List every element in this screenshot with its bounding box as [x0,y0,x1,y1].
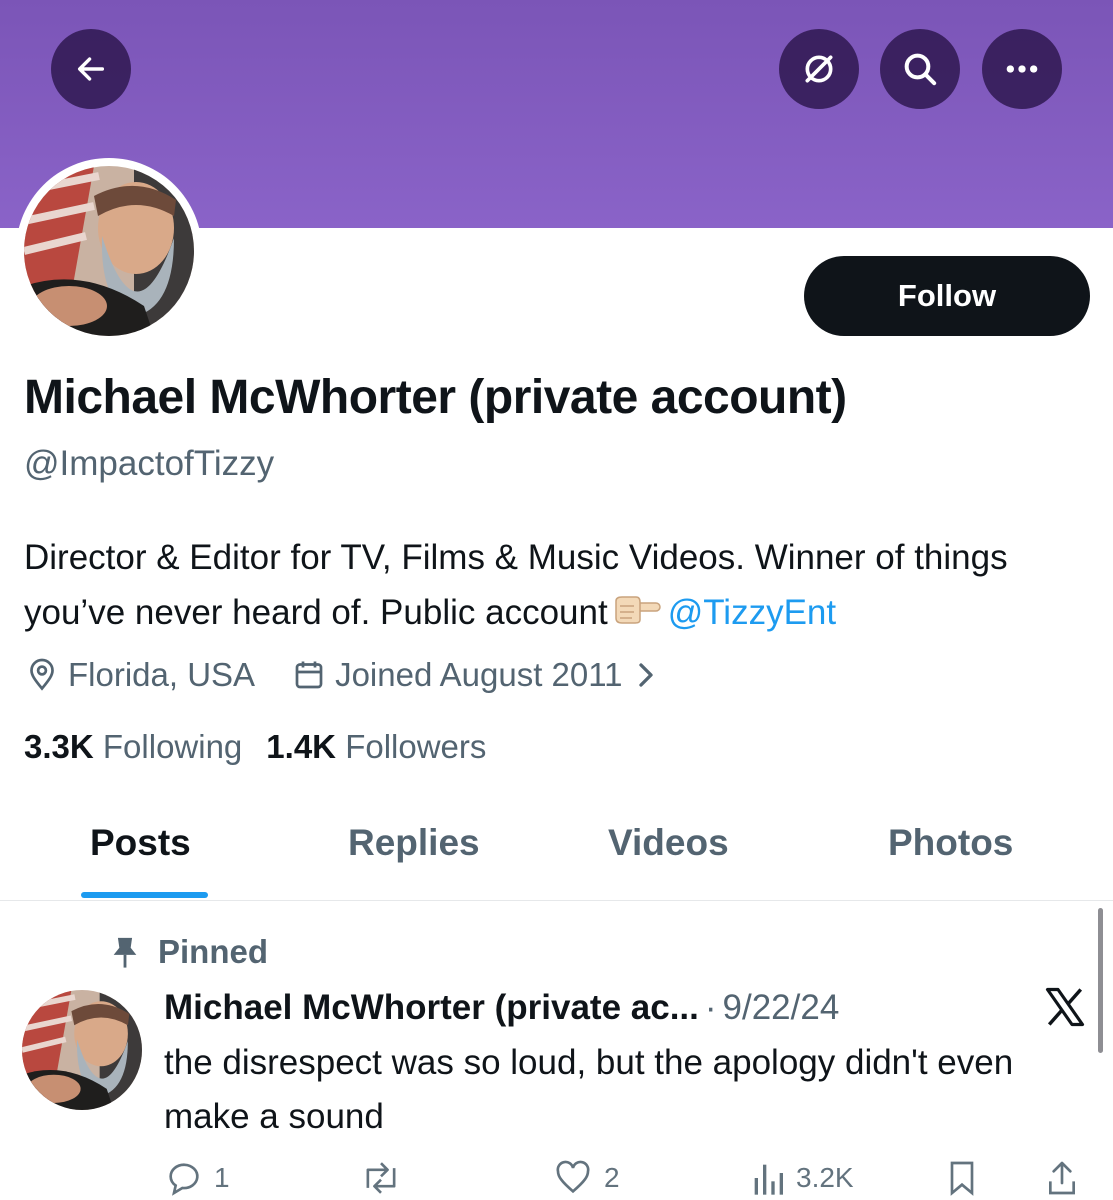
profile-handle: @ImpactofTizzy [24,444,275,483]
profile-name: Michael McWhorter (private account) [24,371,847,424]
share-button[interactable] [1044,1158,1090,1198]
following-count: 3.3K [24,728,94,765]
follow-button[interactable]: Follow [804,256,1090,336]
avatar-photo [24,166,194,336]
view-count: 3.2K [796,1162,854,1193]
views-button[interactable]: 3.2K [750,1158,854,1198]
calendar-icon [295,661,323,689]
post-author-name[interactable]: Michael McWhorter (private ac... [164,988,699,1028]
chevron-right-icon [638,663,653,687]
bookmark-icon [950,1161,974,1196]
profile-bio: Director & Editor for TV, Films & Music … [24,530,1104,642]
bar-chart-icon [754,1164,783,1195]
heart-icon [556,1160,590,1194]
bio-text: Director & Editor for TV, Films & Music … [24,538,1008,632]
post-separator: · [704,988,717,1027]
slashed-circle-icon [805,55,833,83]
reply-button[interactable]: 1 [164,1158,230,1198]
join-date[interactable]: Joined August 2011 [291,656,664,694]
reply-count: 1 [214,1162,230,1193]
share-icon [1049,1161,1075,1195]
profile-tabs: Posts Replies Videos Photos [0,800,1113,901]
post-date[interactable]: 9/22/24 [723,988,840,1028]
like-button[interactable]: 2 [552,1158,620,1198]
pinned-label: Pinned [110,930,268,974]
scrollbar[interactable] [1098,908,1103,1053]
following-label: Following [102,728,243,765]
back-button[interactable] [51,29,131,109]
profile-meta: Florida, USA Joined August 2011 [24,652,665,698]
join-date-text: Joined August 2011 [335,656,623,693]
search-button[interactable] [880,29,960,109]
post-actions: 1 2 3.2K [0,1158,1113,1200]
following-link[interactable]: 3.3K Following [24,728,242,766]
active-tab-indicator [81,892,208,898]
repost-icon [366,1162,396,1194]
pin-icon [113,937,137,968]
followers-label: Followers [345,728,487,765]
bookmark-button[interactable] [944,1158,990,1198]
translate-button[interactable] [779,29,859,109]
location-text: Florida, USA [68,656,256,693]
reply-icon [169,1163,199,1196]
follow-stats: 3.3K Following 1.4K Followers [24,728,486,766]
post-author-avatar[interactable] [22,990,142,1110]
search-icon [904,53,937,86]
repost-button[interactable] [358,1158,414,1198]
x-logo-icon [1045,987,1085,1027]
bio-mention-link[interactable]: @TizzyEnt [668,593,836,632]
location: Florida, USA [24,656,255,694]
arrow-left-icon [77,57,105,81]
pinned-text: Pinned [158,933,269,970]
tab-videos[interactable]: Videos [608,822,729,864]
followers-link[interactable]: 1.4K Followers [266,728,486,766]
post-header: Michael McWhorter (private ac... · 9/22/… [164,984,839,1032]
tab-replies[interactable]: Replies [348,822,480,864]
pointing-hand-icon [612,587,662,642]
tab-posts[interactable]: Posts [90,822,191,864]
tab-photos[interactable]: Photos [888,822,1013,864]
profile-avatar[interactable] [16,158,202,344]
more-options-button[interactable] [982,29,1062,109]
post-text: the disrespect was so loud, but the apol… [164,1043,1014,1136]
followers-count: 1.4K [266,728,337,765]
location-pin-icon [30,658,54,691]
ellipsis-icon [1006,65,1038,73]
like-count: 2 [604,1162,620,1193]
